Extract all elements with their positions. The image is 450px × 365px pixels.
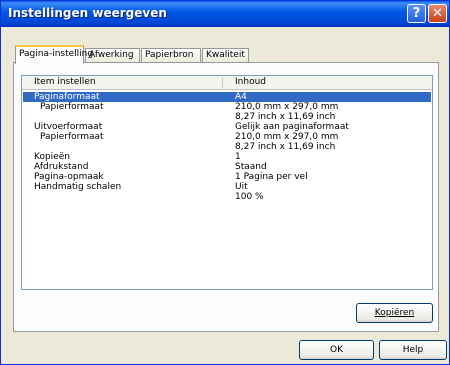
setting-value: 8,27 inch x 11,69 inch bbox=[235, 142, 336, 152]
setting-value: Gelijk aan paginaformaat bbox=[235, 122, 349, 132]
setting-item: Handmatig schalen bbox=[34, 182, 122, 192]
tab-papierbron[interactable]: Papierbron bbox=[141, 48, 201, 63]
setting-item: Afdrukstand bbox=[34, 162, 89, 172]
list-row[interactable]: Papierformaat 210,0 mm x 297,0 mm bbox=[23, 132, 431, 142]
list-row[interactable]: Afdrukstand Staand bbox=[23, 162, 431, 172]
tab-pagina-instelling[interactable]: Pagina-instelling bbox=[15, 45, 93, 64]
setting-item: Papierformaat bbox=[40, 102, 104, 112]
setting-value: 100 % bbox=[235, 192, 264, 202]
setting-value: 1 bbox=[235, 152, 241, 162]
title-bar[interactable]: Instellingen weergeven ? ✕ bbox=[1, 1, 449, 27]
list-header: Item instellen Inhoud bbox=[22, 76, 432, 90]
title-help-button[interactable]: ? bbox=[407, 4, 426, 23]
copy-button-label: Kopiëren bbox=[374, 308, 415, 318]
list-row[interactable]: 8,27 inch x 11,69 inch bbox=[23, 112, 431, 122]
setting-value: Uit bbox=[235, 182, 248, 192]
setting-item: Pagina-opmaak bbox=[34, 172, 104, 182]
setting-item: Papierformaat bbox=[40, 132, 104, 142]
setting-value: 210,0 mm x 297,0 mm bbox=[235, 102, 339, 112]
tab-afwerking[interactable]: Afwerking bbox=[85, 48, 140, 63]
setting-item: Kopieën bbox=[34, 152, 70, 162]
tab-kwaliteit[interactable]: Kwaliteit bbox=[202, 48, 249, 63]
settings-dialog: Instellingen weergeven ? ✕ Pagina-instel… bbox=[0, 0, 450, 365]
column-divider[interactable] bbox=[222, 77, 223, 88]
copy-button[interactable]: Kopiëren bbox=[356, 303, 433, 323]
list-row[interactable]: Kopieën 1 bbox=[23, 152, 431, 162]
close-button[interactable]: ✕ bbox=[428, 4, 447, 23]
ok-button[interactable]: OK bbox=[299, 340, 374, 360]
list-row[interactable]: Pagina-opmaak 1 Pagina per vel bbox=[23, 172, 431, 182]
help-button[interactable]: Help bbox=[379, 340, 447, 360]
list-row[interactable]: Papierformaat 210,0 mm x 297,0 mm bbox=[23, 102, 431, 112]
list-row[interactable]: Handmatig schalen Uit bbox=[23, 182, 431, 192]
column-header-item[interactable]: Item instellen bbox=[34, 77, 96, 87]
setting-value: 210,0 mm x 297,0 mm bbox=[235, 132, 339, 142]
settings-list[interactable]: Item instellen Inhoud Paginaformaat A4 Pap… bbox=[21, 75, 433, 290]
list-row[interactable]: Paginaformaat A4 bbox=[23, 92, 431, 102]
column-header-value[interactable]: Inhoud bbox=[235, 77, 266, 87]
setting-value: 1 Pagina per vel bbox=[235, 172, 308, 182]
setting-value: Staand bbox=[235, 162, 267, 172]
setting-item: Uitvoerformaat bbox=[34, 122, 103, 132]
setting-value: 8,27 inch x 11,69 inch bbox=[235, 112, 336, 122]
setting-value: A4 bbox=[235, 92, 247, 102]
list-row[interactable]: 8,27 inch x 11,69 inch bbox=[23, 142, 431, 152]
list-row[interactable]: 100 % bbox=[23, 192, 431, 202]
list-row[interactable]: Uitvoerformaat Gelijk aan paginaformaat bbox=[23, 122, 431, 132]
window-title: Instellingen weergeven bbox=[8, 6, 167, 20]
setting-item: Paginaformaat bbox=[34, 92, 100, 102]
